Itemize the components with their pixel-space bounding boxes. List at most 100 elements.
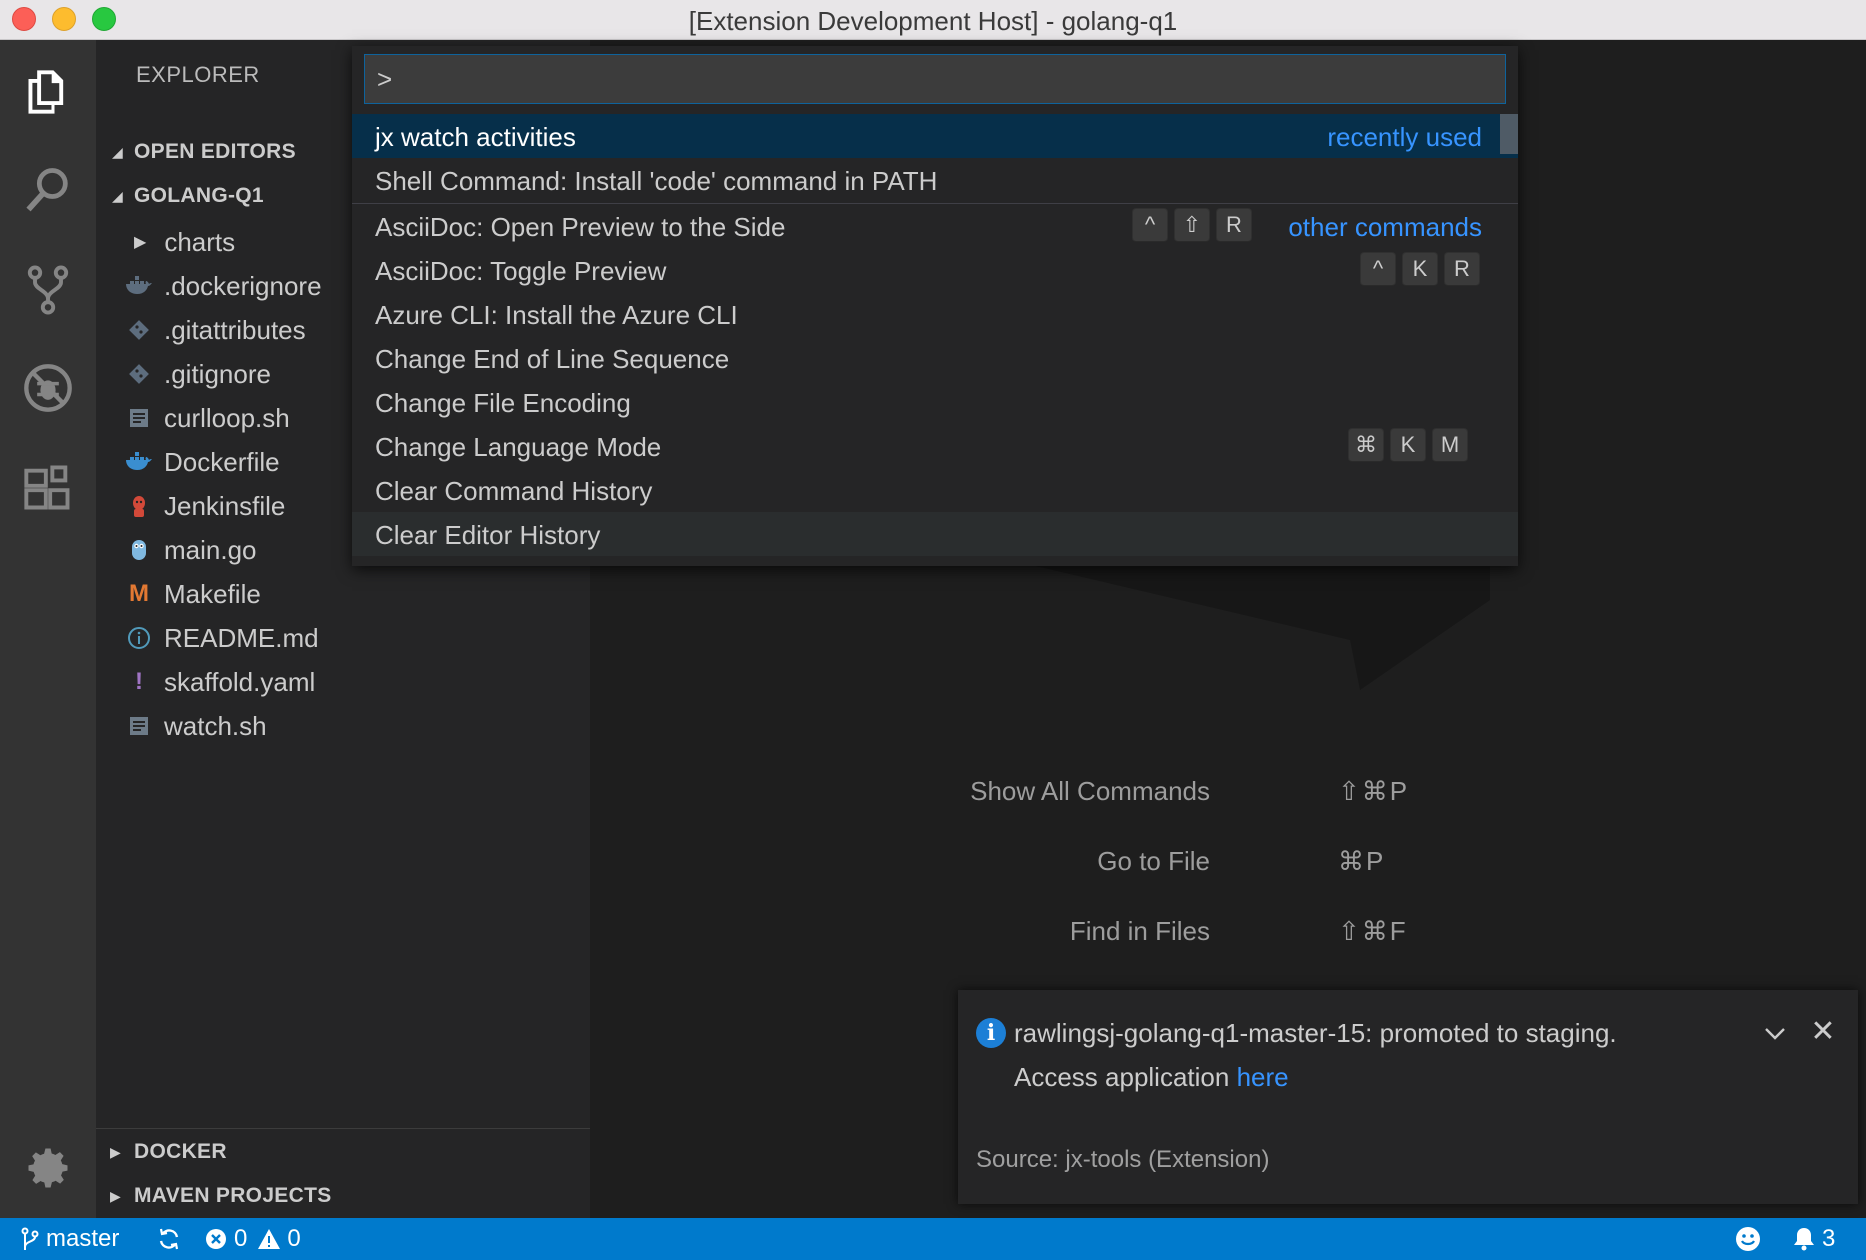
tree-item-label: watch.sh (164, 710, 267, 741)
tree-item-watch[interactable]: watch.sh (96, 704, 590, 748)
project-header[interactable]: ◢ GOLANG-Q1 (112, 176, 264, 216)
extensions-icon[interactable] (18, 458, 78, 518)
scrollbar-thumb[interactable] (1500, 114, 1518, 154)
tree-item-label: curlloop.sh (164, 402, 290, 433)
gear-icon[interactable] (18, 1138, 78, 1198)
notification-detail: Access application here (1014, 1062, 1289, 1093)
shortcut-find-in-files: Find in Files ⇧⌘F (990, 916, 1420, 956)
warning-count: 0 (287, 1225, 301, 1252)
source-control-icon[interactable] (18, 260, 78, 320)
command-label: Clear Editor History (375, 520, 601, 550)
chevron-down-icon[interactable] (1760, 1018, 1790, 1048)
command-label: AsciiDoc: Open Preview to the Side (375, 212, 786, 242)
command-item[interactable]: jx watch activities recently used (352, 114, 1518, 158)
collapse-triangle-icon: ◢ (112, 143, 124, 160)
command-label: Change End of Line Sequence (375, 344, 730, 374)
shortcut-keys: ⌘P (1338, 846, 1386, 876)
keybinding: ^ ⇧ R (1132, 208, 1252, 242)
chevron-right-icon: ▶ (110, 1187, 122, 1204)
command-label: Clear Command History (375, 476, 653, 506)
keybinding: ^ K R (1360, 252, 1480, 286)
git-branch-icon (21, 1227, 39, 1250)
notification-source: Source: jx-tools (Extension) (976, 1146, 1270, 1173)
tree-item-label: Dockerfile (164, 446, 280, 477)
shortcut-label: Show All Commands (970, 776, 1210, 806)
window-title: [Extension Development Host] - golang-q1 (688, 6, 1178, 36)
close-icon[interactable]: ✕ (1808, 1015, 1838, 1048)
info-icon (124, 623, 154, 653)
search-icon[interactable] (18, 160, 78, 220)
problems-status[interactable]: 0 0 (204, 1218, 301, 1260)
error-icon (206, 1229, 226, 1249)
open-editors-header[interactable]: ◢ OPEN EDITORS (112, 132, 296, 172)
maven-label: MAVEN PROJECTS (134, 1184, 332, 1207)
command-label: Change File Encoding (375, 388, 631, 418)
divider (96, 1128, 590, 1129)
tree-item-label: charts (164, 226, 236, 257)
command-palette-input[interactable] (364, 54, 1506, 104)
shortcut-label: Go to File (1097, 846, 1210, 876)
tree-item-label: .gitattributes (164, 314, 306, 345)
docker-label: DOCKER (134, 1140, 227, 1163)
docker-icon (124, 447, 154, 477)
key: ⇧ (1174, 208, 1210, 242)
activity-bar (0, 40, 96, 1218)
command-item[interactable]: AsciiDoc: Open Preview to the Side ^ ⇧ R… (352, 204, 1518, 248)
key: R (1444, 252, 1480, 286)
command-group-tag: other commands (1288, 212, 1482, 242)
command-item[interactable]: Azure CLI: Install the Azure CLI (352, 292, 1518, 336)
chevron-right-icon: ▶ (134, 234, 147, 251)
key: R (1216, 208, 1252, 242)
command-item[interactable]: Clear Editor History (352, 512, 1518, 556)
command-label: AsciiDoc: Toggle Preview (375, 256, 667, 286)
debug-icon[interactable] (18, 358, 78, 418)
command-label: Shell Command: Install 'code' command in… (375, 166, 938, 196)
tree-item-skaffold[interactable]: ! skaffold.yaml (96, 660, 590, 704)
smiley-icon (1736, 1227, 1760, 1251)
key: K (1402, 252, 1438, 286)
tree-item-makefile[interactable]: M Makefile (96, 572, 590, 616)
notification-link[interactable]: here (1237, 1062, 1289, 1092)
command-item[interactable]: Change End of Line Sequence (352, 336, 1518, 380)
git-icon (124, 315, 154, 345)
feedback-button[interactable] (1734, 1218, 1768, 1260)
command-item[interactable]: AsciiDoc: Toggle Preview ^ K R (352, 248, 1518, 292)
notification-detail-text: Access application (1014, 1062, 1237, 1092)
tree-item-label: README.md (164, 622, 319, 653)
command-item[interactable]: Change File Encoding (352, 380, 1518, 424)
tree-item-readme[interactable]: README.md (96, 616, 590, 660)
tree-item-label: Makefile (164, 578, 261, 609)
title-bar: [Extension Development Host] - golang-q1 (0, 0, 1866, 40)
collapse-triangle-icon: ◢ (112, 187, 124, 204)
shell-file-icon (124, 403, 154, 433)
bell-icon (1794, 1228, 1814, 1251)
docker-section-header[interactable]: ▶ DOCKER (96, 1130, 590, 1174)
notifications-status[interactable]: 3 (1792, 1218, 1835, 1260)
command-item[interactable]: Shell Command: Install 'code' command in… (352, 158, 1518, 202)
explorer-title: EXPLORER (136, 62, 260, 87)
explorer-icon[interactable] (18, 62, 78, 122)
command-palette: jx watch activities recently used Shell … (352, 46, 1518, 566)
tree-item-label: skaffold.yaml (164, 666, 316, 697)
sync-button[interactable] (156, 1218, 188, 1260)
info-icon: i (976, 1018, 1006, 1048)
project-label: GOLANG-Q1 (134, 184, 264, 207)
warning-icon (258, 1229, 281, 1249)
command-item[interactable]: Clear Command History (352, 468, 1518, 512)
notification-toast: i rawlingsj-golang-q1-master-15: promote… (958, 990, 1858, 1204)
command-item[interactable]: Change Language Mode ⌘ K M (352, 424, 1518, 468)
docker-icon (124, 271, 154, 301)
key: K (1390, 428, 1426, 462)
branch-name: master (46, 1225, 120, 1252)
chevron-right-icon: ▶ (110, 1143, 122, 1160)
maven-section-header[interactable]: ▶ MAVEN PROJECTS (96, 1174, 590, 1218)
key: ⌘ (1348, 428, 1384, 462)
command-label: Change Language Mode (375, 432, 662, 462)
tree-item-label: .dockerignore (164, 270, 322, 301)
key: ^ (1360, 252, 1396, 286)
shell-file-icon (124, 711, 154, 741)
tree-item-label: main.go (164, 534, 257, 565)
branch-status[interactable]: master (20, 1218, 119, 1260)
shortcut-label: Find in Files (1069, 916, 1210, 946)
shortcut-show-all-commands: Show All Commands ⇧⌘P (970, 776, 1420, 816)
